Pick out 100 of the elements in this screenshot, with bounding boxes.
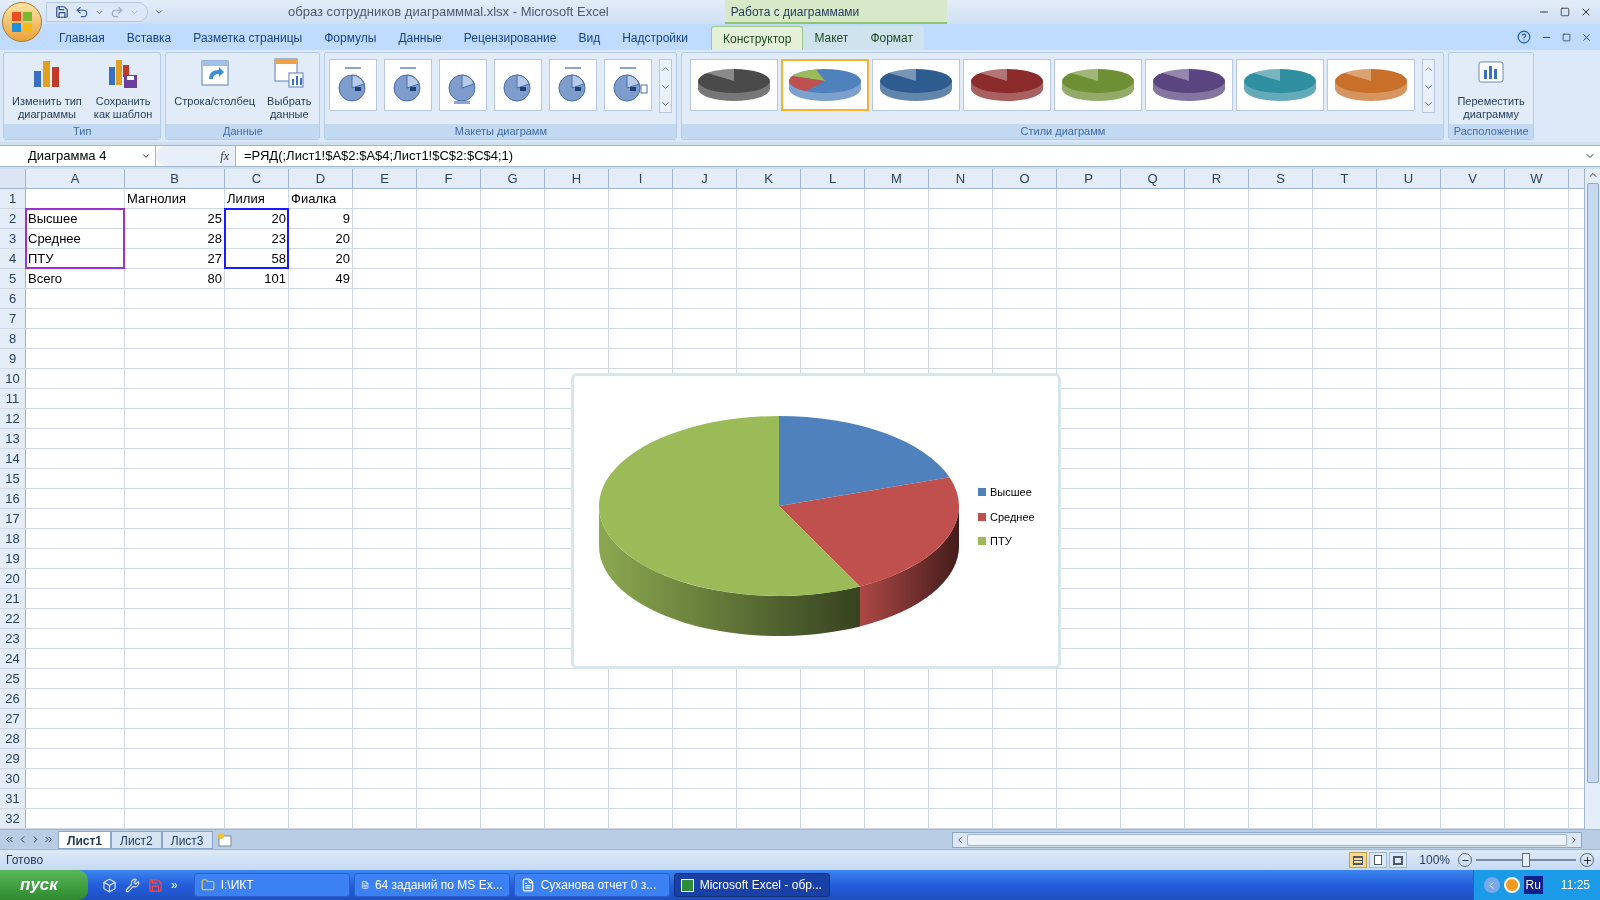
ribbon-tab[interactable]: Вставка (115, 26, 183, 50)
ribbon-tab[interactable]: Надстройки (611, 26, 699, 50)
row-header[interactable]: 23 (0, 629, 26, 648)
row-header[interactable]: 17 (0, 509, 26, 528)
column-header[interactable]: Q (1121, 169, 1185, 188)
sheet-tab[interactable]: Лист3 (161, 830, 213, 849)
customize-toolbar-icon[interactable] (154, 7, 164, 17)
ribbon-tab[interactable]: Данные (387, 26, 453, 50)
chart-style-thumbnail[interactable] (1054, 59, 1143, 111)
ribbon-button[interactable]: Сохранить как шаблон (89, 57, 157, 121)
chart-area[interactable]: Высшее Среднее ПТУ (571, 373, 1061, 669)
row-header[interactable]: 10 (0, 369, 26, 388)
chart-style-thumbnail[interactable] (1236, 59, 1325, 111)
pie-slice[interactable] (779, 416, 950, 506)
column-header[interactable]: J (673, 169, 737, 188)
ribbon-tab[interactable]: Формат (859, 26, 924, 50)
help-icon[interactable] (1517, 30, 1531, 44)
ribbon-tab[interactable]: Главная (48, 26, 116, 50)
column-header[interactable]: N (929, 169, 993, 188)
chart-layout-thumbnail[interactable] (439, 59, 488, 111)
close-icon[interactable] (1581, 31, 1592, 43)
row-header[interactable]: 15 (0, 469, 26, 488)
chart-style-thumbnail[interactable] (1145, 59, 1234, 111)
column-header[interactable]: H (545, 169, 609, 188)
row-header[interactable]: 6 (0, 289, 26, 308)
row-header[interactable]: 30 (0, 769, 26, 788)
ribbon-tab[interactable]: Конструктор (711, 26, 804, 50)
column-header[interactable]: K (737, 169, 801, 188)
column-header[interactable]: P (1057, 169, 1121, 188)
insert-sheet-icon[interactable] (216, 832, 233, 847)
row-header[interactable]: 24 (0, 649, 26, 668)
restore-icon[interactable] (1560, 7, 1570, 17)
ribbon-tab[interactable]: Разметка страницы (182, 26, 314, 50)
row-header[interactable]: 8 (0, 329, 26, 348)
ribbon-button[interactable]: Изменить тип диаграммы (8, 57, 86, 121)
column-header[interactable]: C (225, 169, 289, 188)
save-icon[interactable] (55, 5, 69, 19)
sheet-tab[interactable]: Лист1 (58, 830, 112, 849)
column-header[interactable]: U (1377, 169, 1441, 188)
chart-layout-thumbnail[interactable] (384, 59, 433, 111)
row-header[interactable]: 31 (0, 789, 26, 808)
row-header[interactable]: 14 (0, 449, 26, 468)
row-header[interactable]: 21 (0, 589, 26, 608)
wrench-icon[interactable] (125, 877, 140, 893)
first-sheet-icon[interactable] (4, 834, 15, 845)
row-header[interactable]: 16 (0, 489, 26, 508)
ribbon-button[interactable]: Строка/столбец (170, 57, 260, 121)
taskbar-button[interactable]: Суханова отчет 0 з... (513, 873, 670, 897)
row-header[interactable]: 12 (0, 409, 26, 428)
chart-layout-thumbnail[interactable] (549, 59, 598, 111)
ribbon-tab[interactable]: Вид (567, 26, 612, 50)
row-header[interactable]: 1 (0, 189, 26, 208)
horizontal-scrollbar[interactable] (952, 831, 1582, 848)
formula-field[interactable]: =РЯД(;Лист1!$A$2:$A$4;Лист1!$C$2:$C$4;1) (244, 146, 1584, 166)
scroll-right-icon[interactable] (1569, 834, 1579, 845)
row-header[interactable]: 4 (0, 249, 26, 268)
column-header[interactable]: R (1185, 169, 1249, 188)
row-header[interactable]: 13 (0, 429, 26, 448)
ribbon-tab[interactable]: Макет (803, 26, 860, 50)
row-header[interactable]: 2 (0, 209, 26, 228)
column-header[interactable]: A (26, 169, 125, 188)
ribbon-button[interactable]: Переместить диаграмму (1453, 57, 1529, 121)
column-header[interactable]: I (609, 169, 673, 188)
view-button[interactable] (1349, 852, 1368, 868)
row-header[interactable]: 18 (0, 529, 26, 548)
chart-style-thumbnail[interactable] (781, 59, 870, 111)
chart-style-thumbnail[interactable] (872, 59, 961, 111)
row-header[interactable]: 5 (0, 269, 26, 288)
zoom-slider[interactable] (1476, 853, 1576, 867)
row-header[interactable]: 26 (0, 689, 26, 708)
row-header[interactable]: 27 (0, 709, 26, 728)
pie-slice[interactable] (779, 477, 959, 587)
column-header[interactable]: L (801, 169, 865, 188)
last-sheet-icon[interactable] (43, 834, 54, 845)
taskbar-button[interactable]: I:\ИКТ (193, 873, 350, 897)
chart-layout-thumbnail[interactable] (329, 59, 378, 111)
ribbon-button[interactable]: Выбрать данные (263, 57, 316, 121)
column-header[interactable]: T (1313, 169, 1377, 188)
row-header[interactable]: 9 (0, 349, 26, 368)
column-header[interactable]: M (865, 169, 929, 188)
chart-layout-thumbnail[interactable] (494, 59, 543, 111)
taskbar-button[interactable]: 64 заданий по MS Ex... (353, 873, 510, 897)
row-header[interactable]: 7 (0, 309, 26, 328)
chart-style-thumbnail[interactable] (690, 59, 779, 111)
column-header[interactable]: E (353, 169, 417, 188)
chart-layout-thumbnail[interactable] (604, 59, 653, 111)
cube-icon[interactable] (102, 877, 117, 893)
view-button[interactable] (1369, 852, 1388, 868)
column-header[interactable]: S (1249, 169, 1313, 188)
tray-app-icon[interactable] (1503, 877, 1520, 893)
row-header[interactable]: 20 (0, 569, 26, 588)
zoom-slider-thumb[interactable] (1522, 853, 1530, 867)
column-header[interactable]: V (1441, 169, 1505, 188)
row-header[interactable]: 11 (0, 389, 26, 408)
chart-style-thumbnail[interactable] (963, 59, 1052, 111)
ribbon-tab[interactable]: Рецензирование (452, 26, 568, 50)
taskbar-button[interactable]: Microsoft Excel - обр... (673, 873, 830, 897)
row-header[interactable]: 19 (0, 549, 26, 568)
vertical-scrollbar[interactable] (1584, 169, 1600, 829)
sheet-tab[interactable]: Лист2 (111, 830, 162, 849)
